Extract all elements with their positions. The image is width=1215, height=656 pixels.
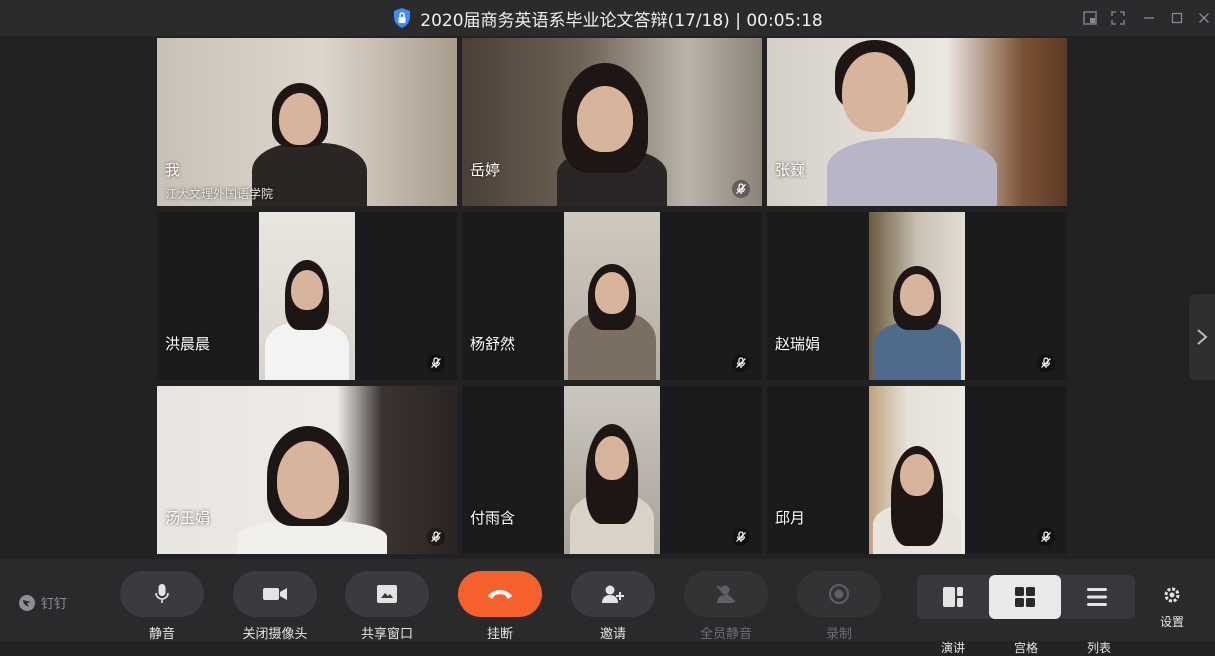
microphone-icon bbox=[155, 584, 169, 603]
window-title-area: 2020届商务英语系毕业论文答辩(17/18) | 00:05:18 bbox=[0, 0, 1215, 36]
participant-name: 岳婷 bbox=[470, 161, 501, 179]
layout-switcher: 演讲 宫格 列表 bbox=[917, 575, 1135, 655]
camera-off-button[interactable]: 关闭摄像头 bbox=[233, 571, 317, 642]
participant-video bbox=[767, 38, 1067, 206]
participant-name: 张巍 bbox=[775, 161, 806, 179]
hang-up-label: 挂断 bbox=[486, 627, 513, 642]
dingtalk-brand: 钉钉 bbox=[18, 593, 67, 612]
participant-tile[interactable]: 邱月 bbox=[767, 386, 1067, 554]
list-view-button[interactable] bbox=[1061, 575, 1133, 619]
record-button[interactable]: 录制 bbox=[797, 571, 881, 642]
mic-muted-icon bbox=[427, 354, 445, 372]
grid-view-label: 宫格 bbox=[1013, 641, 1038, 655]
mute-button[interactable]: 静音 bbox=[120, 571, 204, 642]
participant-tile[interactable]: 汤玉娟 bbox=[157, 386, 457, 554]
fullscreen-icon[interactable] bbox=[1109, 9, 1127, 27]
shield-lock-icon bbox=[394, 8, 411, 28]
share-screen-icon bbox=[377, 585, 397, 603]
video-camera-icon bbox=[263, 588, 287, 600]
mic-muted-icon bbox=[732, 180, 750, 198]
grid-layout-icon bbox=[1015, 587, 1035, 607]
participant-tile[interactable]: 我 江大文理外国语学院 bbox=[157, 38, 457, 206]
pip-icon[interactable] bbox=[1081, 9, 1099, 27]
mute-all-button[interactable]: 全员静音 bbox=[684, 571, 768, 642]
title-bar: 2020届商务英语系毕业论文答辩(17/18) | 00:05:18 bbox=[0, 0, 1215, 36]
participant-video bbox=[462, 38, 762, 206]
record-label: 录制 bbox=[825, 627, 852, 642]
maximize-icon[interactable] bbox=[1168, 9, 1186, 27]
camera-off-label: 关闭摄像头 bbox=[242, 627, 308, 642]
invite-button[interactable]: 邀请 bbox=[571, 571, 655, 642]
participant-name: 赵瑞娟 bbox=[775, 335, 821, 353]
hang-up-button[interactable]: 挂断 bbox=[458, 571, 542, 642]
mic-muted-icon bbox=[427, 528, 445, 546]
speaker-view-label: 演讲 bbox=[940, 641, 965, 655]
window-title: 2020届商务英语系毕业论文答辩(17/18) | 00:05:18 bbox=[420, 10, 823, 31]
list-layout-icon bbox=[1087, 588, 1107, 606]
speaker-layout-icon bbox=[943, 587, 963, 607]
participant-name: 汤玉娟 bbox=[165, 509, 211, 527]
dingtalk-logo-icon bbox=[19, 594, 35, 611]
participant-video bbox=[564, 386, 660, 554]
add-person-icon bbox=[602, 585, 624, 603]
participant-tile[interactable]: 张巍 bbox=[767, 38, 1067, 206]
settings-button[interactable]: 设置 bbox=[1160, 585, 1184, 630]
mute-all-icon bbox=[716, 585, 736, 603]
video-grid: 我 江大文理外国语学院 岳婷 张巍 洪晨晨 杨舒然 赵瑞娟 汤玉娟 付雨含 邱月 bbox=[0, 36, 1215, 559]
invite-label: 邀请 bbox=[599, 627, 626, 642]
participant-video bbox=[869, 212, 965, 380]
participant-name: 付雨含 bbox=[470, 509, 516, 527]
minimize-icon[interactable] bbox=[1140, 9, 1158, 27]
participant-org: 江大文理外国语学院 bbox=[165, 187, 274, 201]
mic-muted-icon bbox=[1037, 528, 1055, 546]
participant-video bbox=[157, 386, 457, 554]
participant-video bbox=[869, 386, 965, 554]
share-window-label: 共享窗口 bbox=[360, 627, 413, 642]
mute-all-label: 全员静音 bbox=[699, 627, 752, 642]
record-icon bbox=[829, 584, 849, 604]
participant-tile[interactable]: 洪晨晨 bbox=[157, 212, 457, 380]
participant-tile[interactable]: 杨舒然 bbox=[462, 212, 762, 380]
participant-tile[interactable]: 岳婷 bbox=[462, 38, 762, 206]
speaker-view-button[interactable] bbox=[917, 575, 989, 619]
call-toolbar: 钉钉 静音 关闭摄像头 共享窗口 挂断 邀请 全员静音 录制 演讲 宫格 列表 … bbox=[0, 559, 1215, 655]
mic-muted-icon bbox=[732, 354, 750, 372]
brand-label: 钉钉 bbox=[41, 597, 68, 612]
participant-name: 杨舒然 bbox=[470, 335, 516, 353]
mic-muted-icon bbox=[732, 528, 750, 546]
grid-view-button[interactable] bbox=[989, 575, 1061, 619]
close-icon[interactable] bbox=[1195, 9, 1213, 27]
participant-video bbox=[259, 212, 355, 380]
participant-name: 邱月 bbox=[775, 509, 806, 527]
settings-label: 设置 bbox=[1160, 615, 1185, 629]
share-window-button[interactable]: 共享窗口 bbox=[345, 571, 429, 642]
participant-tile[interactable]: 赵瑞娟 bbox=[767, 212, 1067, 380]
phone-hangup-icon bbox=[488, 590, 512, 599]
next-page-chevron-icon[interactable] bbox=[1189, 294, 1215, 380]
participant-video bbox=[157, 38, 457, 206]
mute-label: 静音 bbox=[148, 627, 175, 642]
gear-icon bbox=[1164, 587, 1180, 603]
participant-name: 我 bbox=[165, 161, 181, 179]
participant-name: 洪晨晨 bbox=[165, 335, 211, 353]
participant-tile[interactable]: 付雨含 bbox=[462, 386, 762, 554]
mic-muted-icon bbox=[1037, 354, 1055, 372]
participant-video bbox=[564, 212, 660, 380]
list-view-label: 列表 bbox=[1086, 641, 1111, 655]
